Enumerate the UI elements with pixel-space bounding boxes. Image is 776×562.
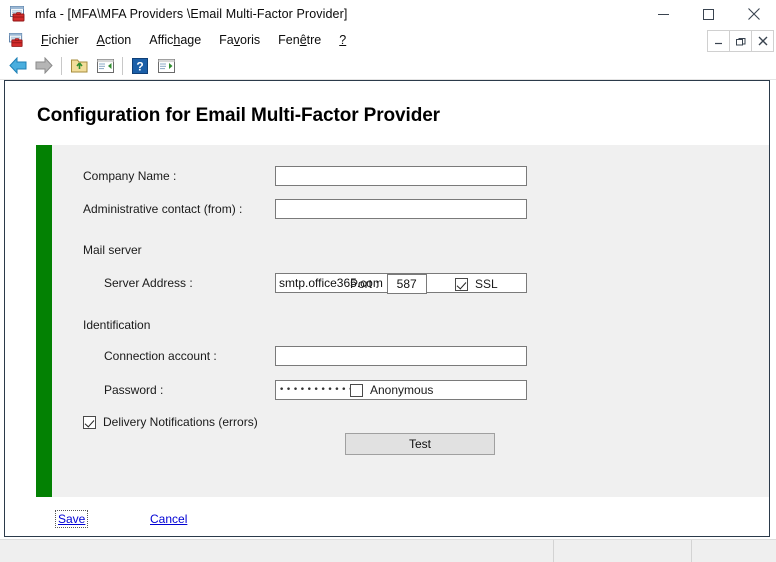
- mdi-restore-button[interactable]: [730, 30, 752, 52]
- configuration-form: Company Name : Administrative contact (f…: [36, 145, 769, 536]
- forward-icon[interactable]: [31, 54, 57, 78]
- admin-contact-label: Administrative contact (from) :: [83, 202, 243, 216]
- checkbox-anonymous[interactable]: Anonymous: [350, 383, 433, 397]
- server-address-label: Server Address :: [104, 276, 193, 290]
- mdi-minimize-button[interactable]: [707, 30, 730, 52]
- field-connection-account: Connection account :: [104, 346, 527, 366]
- cancel-link[interactable]: Cancel: [147, 510, 190, 528]
- title-bar: mfa - [MFA\MFA Providers \Email Multi-Fa…: [0, 0, 776, 28]
- svg-text:?: ?: [136, 59, 143, 73]
- delivery-notifications-checkbox-box[interactable]: [83, 415, 96, 429]
- mail-server-section-label: Mail server: [83, 243, 142, 257]
- field-port: Port :: [350, 274, 427, 294]
- minimize-button[interactable]: [641, 0, 686, 28]
- test-button-wrap: Test: [345, 433, 495, 455]
- status-bar: [0, 539, 776, 562]
- mdi-close-button[interactable]: [752, 30, 774, 52]
- form-panel: Company Name : Administrative contact (f…: [52, 145, 769, 497]
- menu-item-fichier[interactable]: Fichier: [32, 31, 88, 49]
- anonymous-label: Anonymous: [370, 383, 434, 397]
- back-icon[interactable]: [5, 54, 31, 78]
- help-icon[interactable]: ?: [127, 54, 153, 78]
- password-label: Password :: [104, 383, 164, 397]
- admin-contact-input[interactable]: [275, 199, 527, 219]
- up-one-level-icon[interactable]: [66, 54, 92, 78]
- connection-account-input[interactable]: [275, 346, 527, 366]
- menu-item-favoris[interactable]: Favoris: [210, 31, 269, 49]
- menu-item-action[interactable]: Action: [88, 31, 141, 49]
- checkbox-ssl[interactable]: SSL: [455, 277, 498, 291]
- port-label: Port :: [350, 277, 379, 291]
- mdi-window-controls: [707, 30, 774, 52]
- accent-bar: [36, 145, 52, 497]
- window-controls: [641, 0, 776, 28]
- toolbar: ?: [0, 52, 776, 80]
- mmc-console-icon: [9, 5, 27, 23]
- save-link[interactable]: Save: [55, 510, 89, 528]
- checkbox-delivery-notifications[interactable]: Delivery Notifications (errors): [83, 415, 258, 429]
- menu-bar: Fichier Action Affichage Favoris Fenêtre…: [0, 28, 776, 52]
- field-password: Password :: [104, 380, 527, 400]
- toolbar-separator: [61, 56, 62, 75]
- delivery-notifications-label: Delivery Notifications (errors): [103, 415, 258, 429]
- status-pane-1: [0, 540, 554, 562]
- show-hide-tree-icon[interactable]: [92, 54, 118, 78]
- port-input[interactable]: [386, 274, 427, 294]
- ssl-label: SSL: [475, 277, 498, 291]
- maximize-button[interactable]: [686, 0, 731, 28]
- toolbar-separator: [122, 56, 123, 75]
- field-admin-contact: Administrative contact (from) :: [83, 199, 527, 219]
- action-link-bar: Save Cancel: [36, 505, 769, 536]
- test-button[interactable]: Test: [345, 433, 495, 455]
- ssl-checkbox-box[interactable]: [455, 277, 468, 291]
- status-pane-2: [554, 540, 692, 562]
- export-list-icon[interactable]: [153, 54, 179, 78]
- status-pane-3: [692, 540, 776, 562]
- page-title: Configuration for Email Multi-Factor Pro…: [37, 105, 440, 126]
- identification-section-label: Identification: [83, 318, 151, 332]
- mdi-child-window: Configuration for Email Multi-Factor Pro…: [4, 80, 770, 537]
- company-name-label: Company Name :: [83, 169, 177, 183]
- anonymous-checkbox-box[interactable]: [350, 383, 363, 397]
- mmc-console-icon-small: [8, 32, 25, 48]
- menu-item-help[interactable]: ?: [330, 31, 355, 49]
- connection-account-label: Connection account :: [104, 349, 217, 363]
- menu-item-fenetre[interactable]: Fenêtre: [269, 31, 330, 49]
- company-name-input[interactable]: [275, 166, 527, 186]
- field-company-name: Company Name :: [83, 166, 527, 186]
- window-title: mfa - [MFA\MFA Providers \Email Multi-Fa…: [35, 7, 348, 21]
- menu-item-affichage[interactable]: Affichage: [140, 31, 210, 49]
- close-button[interactable]: [731, 0, 776, 28]
